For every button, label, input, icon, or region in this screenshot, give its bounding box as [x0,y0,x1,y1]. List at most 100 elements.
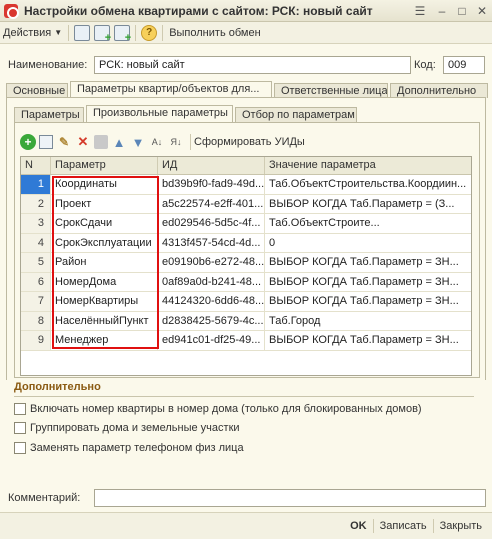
param-cell[interactable]: Менеджер [51,331,158,350]
value-cell[interactable]: Таб.ОбъектСтроительства.Коордиин... [265,175,471,194]
checkbox-replace-phone[interactable]: Заменять параметр телефоном физ лица [14,442,244,454]
tab-main[interactable]: Основные [6,83,68,98]
window-menu-icon[interactable]: ☰ [412,3,428,19]
value-cell[interactable]: 0 [265,234,471,253]
run-exchange-button[interactable]: Выполнить обмен [166,24,263,42]
id-cell[interactable]: ed029546-5d5c-4f... [158,214,265,233]
param-cell[interactable]: Район [51,253,158,272]
column-header-value[interactable]: Значение параметра [265,157,471,174]
tab-additional[interactable]: Дополнительно [390,83,488,98]
row-number[interactable]: 5 [21,253,51,272]
move-up-icon[interactable]: ▲ [111,134,127,150]
column-header-id[interactable]: ИД [158,157,265,174]
id-cell[interactable]: bd39b9f0-fad9-49d... [158,175,265,194]
table-row[interactable]: 2 Проект a5c22574-e2ff-401... ВЫБОР КОГДА Т… [21,194,471,214]
checkbox-label: Включать номер квартиры в номер дома (то… [30,403,422,415]
checkbox-box[interactable] [14,422,26,434]
ok-button[interactable]: OK [344,520,373,532]
copy-row-icon[interactable] [39,135,53,149]
toolbar-separator [190,134,191,150]
row-number[interactable]: 6 [21,272,51,291]
value-cell[interactable]: ВЫБОР КОГДА Таб.Параметр = ЗН... [265,273,471,292]
toolbar-separator [135,24,137,41]
end-edit-icon[interactable] [94,135,108,149]
row-number[interactable]: 2 [21,194,51,213]
maximize-icon[interactable]: □ [454,3,470,19]
tab-params[interactable]: Параметры [14,107,84,122]
row-number[interactable]: 9 [21,331,51,350]
row-number[interactable]: 3 [21,214,51,233]
table-row[interactable]: 1 Координаты bd39b9f0-fad9-49d... Таб.Объек… [21,175,471,195]
tab-responsible[interactable]: Ответственные лица [274,83,388,98]
sort-asc-icon[interactable]: A↓ [149,134,165,150]
checkbox-label: Заменять параметр телефоном физ лица [30,442,244,454]
table-row[interactable]: 8 НаселённыйПункт d2838425-5679-4c... Таб.Г… [21,311,471,331]
help-icon[interactable]: ? [141,24,158,41]
grid-toolbar: + ✎ ✕ ▲ ▼ A↓ Я↓ Сформировать УИДы [20,132,305,152]
generate-ids-button[interactable]: Сформировать УИДы [194,136,305,148]
param-cell[interactable]: НомерКвартиры [51,292,158,311]
table-row[interactable]: 4 СрокЭксплуатации 4313f457-54cd-4d... 0 [21,233,471,253]
param-cell[interactable]: СрокСдачи [51,214,158,233]
value-cell[interactable]: ВЫБОР КОГДА Таб.Параметр = ЗН... [265,331,471,350]
table-body: 1 Координаты bd39b9f0-fad9-49d... Таб.Объек… [21,175,471,351]
column-header-n[interactable]: N [21,157,51,174]
edit-row-icon[interactable]: ✎ [56,134,72,150]
table-row[interactable]: 9 Менеджер ed941c01-df25-49... ВЫБОР КОГДА … [21,331,471,351]
code-label: Код: [414,59,436,71]
sub-tabs: Параметры Произвольные параметры Отбор п… [14,105,359,122]
bottom-bar: OK Записать Закрыть [0,512,492,539]
checkbox-group-houses[interactable]: Группировать дома и земельные участки [14,422,240,434]
minimize-icon[interactable]: – [434,3,450,19]
copy-add-icon[interactable] [94,24,111,44]
delete-row-icon[interactable]: ✕ [75,134,91,150]
save-button[interactable]: Записать [374,520,433,532]
id-cell[interactable]: d2838425-5679-4c... [158,311,265,330]
checkbox-label: Группировать дома и земельные участки [30,422,240,434]
table-row[interactable]: 7 НомерКвартиры 44124320-6dd6-48... ВЫБОР К… [21,292,471,312]
tab-apartment-params[interactable]: Параметры квартир/объектов для... [70,81,272,98]
code-field[interactable]: 009 [443,56,485,74]
id-cell[interactable]: e09190b6-e272-48... [158,253,265,272]
comment-field[interactable] [94,489,486,507]
param-cell[interactable]: Проект [51,194,158,213]
row-number[interactable]: 4 [21,233,51,252]
checkbox-box[interactable] [14,403,26,415]
main-toolbar: Действия ▼ ? Выполнить обмен [0,22,492,44]
table-row[interactable]: 6 НомерДома 0af89a0d-b241-48... ВЫБОР КОГДА… [21,272,471,292]
param-cell[interactable]: СрокЭксплуатации [51,233,158,252]
add-icon[interactable] [114,24,131,44]
sort-desc-icon[interactable]: Я↓ [168,134,184,150]
id-cell[interactable]: 4313f457-54cd-4d... [158,233,265,252]
column-header-param[interactable]: Параметр [51,157,158,174]
param-cell[interactable]: НомерДома [51,272,158,291]
value-cell[interactable]: Таб.ОбъектСтроите... [265,214,471,233]
row-number[interactable]: 1 [21,175,51,194]
param-cell[interactable]: Координаты [51,175,158,194]
checkbox-include-apartment[interactable]: Включать номер квартиры в номер дома (то… [14,403,422,415]
name-field[interactable]: РСК: новый сайт [94,56,411,74]
add-row-icon[interactable]: + [20,134,36,150]
tab-custom-params[interactable]: Произвольные параметры [86,105,233,122]
move-down-icon[interactable]: ▼ [130,134,146,150]
id-cell[interactable]: a5c22574-e2ff-401... [158,194,265,213]
value-cell[interactable]: ВЫБОР КОГДА Таб.Параметр = ЗН... [265,253,471,272]
row-number[interactable]: 7 [21,292,51,311]
close-icon[interactable]: ✕ [474,3,490,19]
value-cell[interactable]: ВЫБОР КОГДА Таб.Параметр = (З... [265,195,471,214]
table-row[interactable]: 5 Район e09190b6-e272-48... ВЫБОР КОГДА Таб… [21,253,471,273]
id-cell[interactable]: ed941c01-df25-49... [158,331,265,350]
id-cell[interactable]: 44124320-6dd6-48... [158,292,265,311]
value-cell[interactable]: ВЫБОР КОГДА Таб.Параметр = ЗН... [265,292,471,311]
tab-param-filter[interactable]: Отбор по параметрам [235,107,357,122]
close-button[interactable]: Закрыть [434,520,488,532]
save-exchange-icon[interactable] [74,24,91,41]
comment-label: Комментарий: [8,492,81,504]
row-number[interactable]: 8 [21,311,51,330]
actions-menu[interactable]: Действия ▼ [0,24,65,42]
id-cell[interactable]: 0af89a0d-b241-48... [158,272,265,291]
value-cell[interactable]: Таб.Город [265,312,471,331]
checkbox-box[interactable] [14,442,26,454]
param-cell[interactable]: НаселённыйПункт [51,311,158,330]
table-row[interactable]: 3 СрокСдачи ed029546-5d5c-4f... Таб.ОбъектС… [21,214,471,234]
